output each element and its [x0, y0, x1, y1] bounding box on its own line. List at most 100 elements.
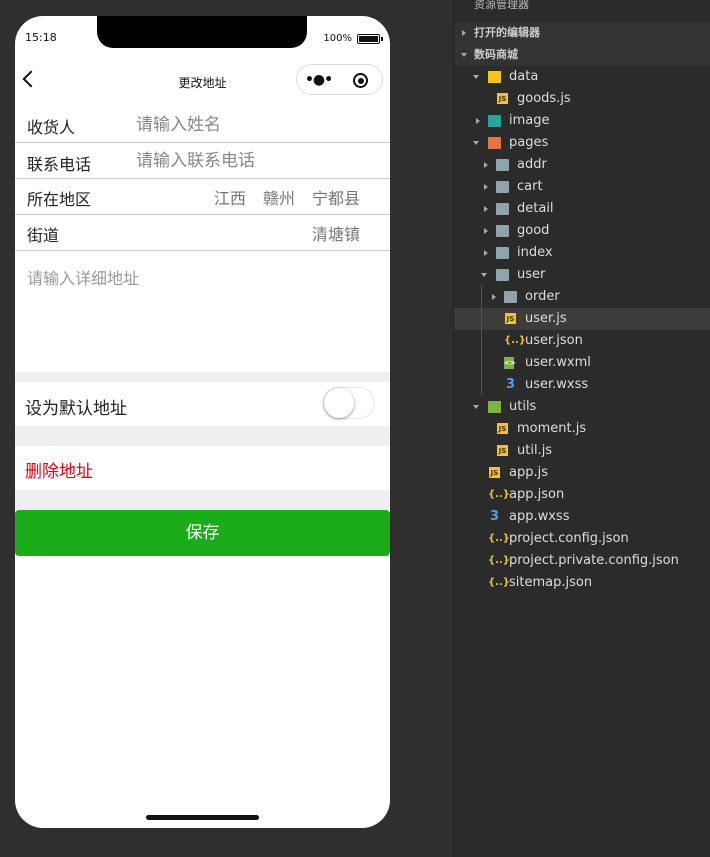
tree-item-label: util.js [517, 443, 553, 458]
folder-icon [488, 401, 501, 413]
tree-item-label: user [517, 267, 546, 282]
chevron-down-icon [461, 53, 467, 57]
status-battery: 100% [323, 33, 383, 44]
phone-row: 联系电话 请输入联系电话 [15, 143, 390, 179]
js-file-icon: JS [505, 313, 516, 324]
phone-label: 联系电话 [27, 155, 92, 174]
open-editors-section[interactable]: 打开的编辑器 [454, 22, 710, 44]
phone-input[interactable]: 请输入联系电话 [136, 146, 255, 171]
open-editors-label: 打开的编辑器 [474, 26, 540, 39]
js-file-icon: JS [497, 423, 508, 434]
folder-item[interactable]: user [454, 264, 710, 286]
folder-icon [488, 137, 501, 149]
file-item[interactable]: JS goods.js [454, 88, 710, 110]
more-icon[interactable]: •●• [297, 72, 340, 88]
project-section[interactable]: 数码商城 [454, 44, 710, 66]
tree-item-label: sitemap.json [509, 575, 593, 590]
tree-item-label: app.json [509, 487, 565, 502]
folder-item[interactable]: pages [454, 132, 710, 154]
json-file-icon: {..} [488, 489, 510, 500]
chevron-right-icon [484, 184, 488, 190]
folder-icon [488, 71, 501, 83]
tree-item-label: user.js [525, 311, 567, 326]
folder-item[interactable]: image [454, 110, 710, 132]
folder-item[interactable]: addr [454, 154, 710, 176]
json-file-icon: {..} [488, 555, 510, 566]
folder-item[interactable]: good [454, 220, 710, 242]
tree-item-label: index [517, 245, 553, 260]
tree-item-label: pages [509, 135, 549, 150]
name-label: 收货人 [27, 118, 76, 137]
file-tree: data JS goods.js image pages addr cart detail go… [454, 66, 710, 594]
street-picker[interactable]: 清塘镇 [312, 221, 360, 245]
folder-icon [496, 159, 509, 171]
tree-item-label: utils [509, 399, 537, 414]
file-item[interactable]: {..} project.private.config.json [454, 550, 710, 572]
file-item[interactable]: JS util.js [454, 440, 710, 462]
tree-item-label: app.wxss [509, 509, 570, 524]
chevron-right-icon [462, 30, 466, 36]
folder-icon [496, 247, 509, 259]
divider [15, 426, 390, 446]
wxml-file-icon: <> [504, 357, 516, 369]
chevron-down-icon [473, 75, 479, 79]
folder-item[interactable]: detail [454, 198, 710, 220]
name-row: 收货人 请输入姓名 [15, 108, 390, 143]
file-item[interactable]: JS moment.js [454, 418, 710, 440]
chevron-down-icon [473, 405, 479, 409]
capsule-menu: •●• [296, 64, 383, 95]
region-row[interactable]: 所在地区 江西 赣州 宁都县 [15, 179, 390, 215]
battery-icon [357, 33, 383, 44]
file-item[interactable]: 3 user.wxss [454, 374, 710, 396]
file-item[interactable]: {..} user.json [454, 330, 710, 352]
street-row[interactable]: 街道 清塘镇 [15, 215, 390, 251]
phone-simulator: 15:18 100% 更改地址 •●• 收货人 请输入姓名 联系电话 请输入联系… [15, 16, 390, 828]
folder-icon [496, 225, 509, 237]
divider [15, 490, 390, 510]
css-file-icon: 3 [489, 509, 500, 524]
file-item[interactable]: <> user.wxml [454, 352, 710, 374]
folder-item[interactable]: order [454, 286, 710, 308]
delete-address-link[interactable]: 删除地址 [25, 457, 93, 482]
detail-address-textarea[interactable]: 请输入详细地址 [27, 265, 139, 289]
region-picker[interactable]: 江西 赣州 宁都县 [214, 185, 360, 209]
name-input[interactable]: 请输入姓名 [136, 110, 221, 135]
chevron-right-icon [484, 228, 488, 234]
tree-item-label: project.config.json [509, 531, 629, 546]
tree-item-label: order [525, 289, 560, 304]
chevron-right-icon [492, 294, 496, 300]
json-file-icon: {..} [504, 335, 526, 346]
default-label: 设为默认地址 [25, 399, 127, 419]
tree-item-label: cart [517, 179, 543, 194]
folder-item[interactable]: data [454, 66, 710, 88]
folder-icon [496, 269, 509, 281]
folder-item[interactable]: index [454, 242, 710, 264]
folder-icon [488, 115, 501, 127]
tree-item-label: good [517, 223, 550, 238]
folder-item[interactable]: utils [454, 396, 710, 418]
tree-item-label: data [509, 69, 539, 84]
default-row: 设为默认地址 [15, 382, 390, 426]
file-item[interactable]: {..} project.config.json [454, 528, 710, 550]
file-item[interactable]: {..} app.json [454, 484, 710, 506]
chevron-right-icon [484, 206, 488, 212]
close-miniprogram-icon[interactable] [353, 73, 368, 88]
delete-row[interactable]: 删除地址 [15, 446, 390, 490]
tree-item-label: user.json [525, 333, 583, 348]
tree-item-label: user.wxss [525, 377, 589, 392]
default-switch[interactable] [323, 387, 375, 419]
file-item[interactable]: 3 app.wxss [454, 506, 710, 528]
save-button[interactable]: 保存 [15, 510, 390, 556]
file-item[interactable]: {..} sitemap.json [454, 572, 710, 594]
folder-item[interactable]: cart [454, 176, 710, 198]
file-item[interactable]: JS user.js [454, 308, 710, 330]
tree-item-label: project.private.config.json [509, 553, 679, 568]
street-label: 街道 [27, 226, 60, 245]
json-file-icon: {..} [488, 577, 510, 588]
divider [15, 372, 390, 382]
explorer-title: 资源管理器 [474, 0, 529, 11]
chevron-right-icon [484, 250, 488, 256]
file-item[interactable]: JS app.js [454, 462, 710, 484]
chevron-down-icon [481, 273, 487, 277]
tree-item-label: app.js [509, 465, 548, 480]
